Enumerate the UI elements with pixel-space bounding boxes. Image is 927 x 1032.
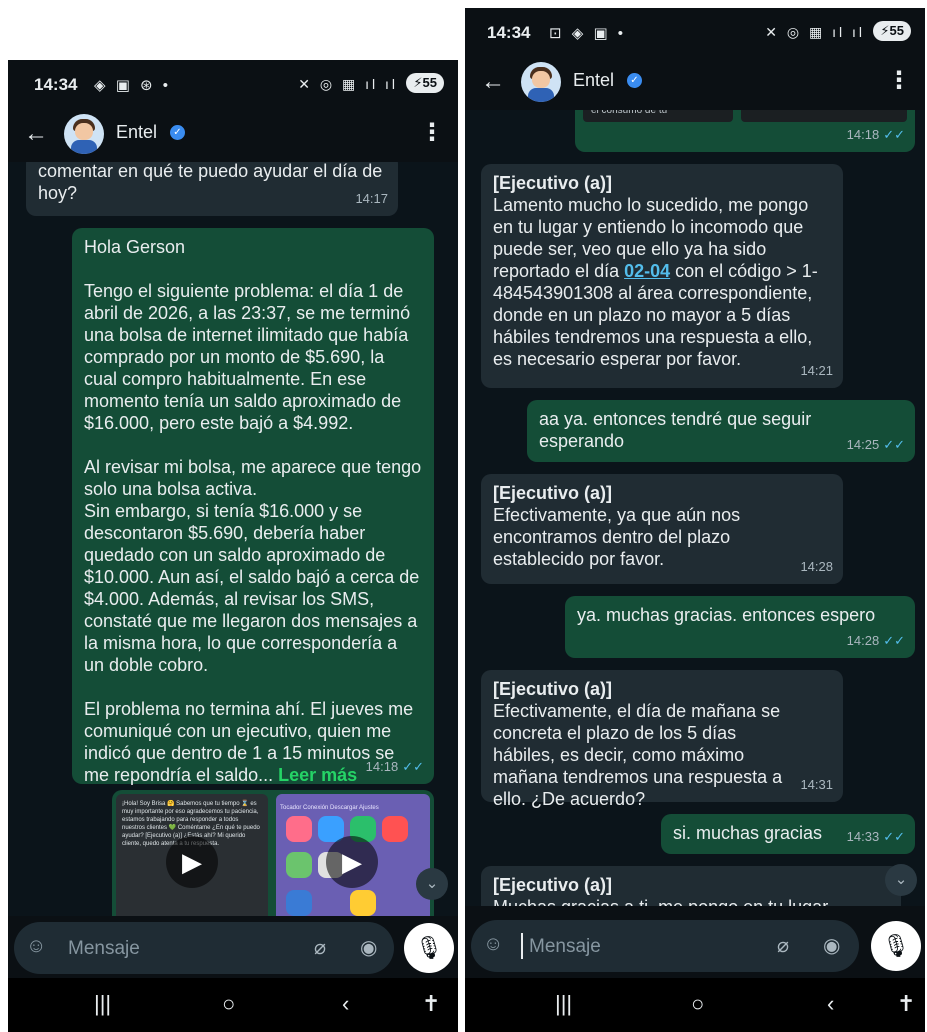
read-more-link[interactable]: Leer más (278, 765, 357, 785)
text-cursor (521, 933, 523, 959)
message-sender: [Ejecutivo (a)] (493, 173, 613, 193)
message-sender: [Ejecutivo (a)] (493, 679, 613, 699)
media-thumbnail[interactable]: ¡Hola! Soy Brisa 🤗 Sabemos que tu tiempo… (116, 794, 268, 916)
message-input-container[interactable]: ☺ ⌀ ◉ (14, 922, 394, 974)
message-outgoing[interactable]: aa ya. entonces tendré que seguir espera… (527, 400, 915, 462)
chat-area[interactable]: comentar en qué te puedo ayudar el día d… (8, 162, 458, 916)
camera-icon[interactable]: ◉ (360, 935, 377, 960)
message-incoming[interactable]: comentar en qué te puedo ayudar el día d… (26, 162, 398, 216)
avatar[interactable] (521, 62, 561, 102)
message-time: 14:21 (800, 363, 833, 378)
signal-icons: ✕ ◎ ▦ ıl ıl (298, 76, 398, 92)
message-time: 14:25 (846, 437, 880, 452)
emoji-icon[interactable]: ☺ (26, 935, 46, 958)
message-text: Lamento mucho lo sucedido, me pongo en t… (493, 195, 818, 369)
attach-icon[interactable]: ⌀ (314, 935, 326, 960)
chat-header: ← Entel ✓ ⋮ (8, 110, 458, 162)
chat-area[interactable]: el consumo de tu 14:18 ✓✓ [Ejecutivo (a)]… (465, 110, 925, 906)
contact-name[interactable]: Entel (573, 70, 614, 91)
message-input[interactable] (527, 932, 731, 962)
message-text: Hola Gerson Tengo el siguiente problema:… (84, 237, 422, 785)
message-text: Efectivamente, ya que aún nos encontramo… (493, 505, 746, 569)
message-outgoing[interactable]: si. muchas gracias 14:33 ✓✓ (661, 814, 915, 854)
back-icon[interactable]: ‹ (827, 991, 834, 1017)
date-link[interactable]: 02-04 (624, 261, 670, 281)
read-receipt-icon: ✓✓ (402, 759, 424, 774)
play-icon[interactable]: ▶ (326, 836, 378, 888)
message-text: aa ya. entonces tendré que seguir espera… (539, 409, 817, 451)
message-text: Muchas gracias a ti, me pongo en tu luga… (493, 896, 889, 906)
back-arrow-icon[interactable]: ← (24, 120, 48, 148)
read-receipt-icon: ✓✓ (883, 437, 905, 452)
message-input[interactable] (66, 934, 270, 964)
emoji-icon[interactable]: ☺ (483, 933, 503, 956)
message-text: ya. muchas gracias. entonces espero (577, 605, 876, 625)
system-nav-bar: ||| ○ ‹ ✝ (465, 978, 925, 1032)
message-time: 14:28 (800, 559, 833, 574)
left-phone-screen: 14:34 ◈ ▣ ⊛ • ✕ ◎ ▦ ıl ıl ⚡55 ← Entel ✓ … (8, 60, 458, 1032)
notification-icons: ◈ ▣ ⊛ • (94, 77, 172, 94)
media-thumbnail[interactable]: Tocador Conexión Descargar Ajustes ▶ (276, 794, 430, 916)
message-time: 14:18 (365, 759, 399, 774)
message-sender: [Ejecutivo (a)] (493, 483, 613, 503)
message-text: Efectivamente, el día de mañana se concr… (493, 701, 788, 809)
recents-icon[interactable]: ||| (94, 991, 111, 1017)
chat-header: ← Entel ✓ ⋮ (465, 58, 925, 110)
message-time: 14:18 (846, 127, 880, 142)
message-time: 14:31 (800, 777, 833, 792)
mic-icon[interactable]: 🎙 (404, 923, 454, 973)
message-sender: [Ejecutivo (a)] (493, 875, 613, 895)
message-incoming[interactable]: [Ejecutivo (a)] Efectivamente, el día de… (481, 670, 843, 809)
message-text: comentar en qué te puedo ayudar el día d… (38, 162, 388, 203)
scroll-down-icon[interactable]: ⌄ (416, 868, 448, 900)
accessibility-icon[interactable]: ✝ (897, 991, 915, 1017)
more-options-icon[interactable]: ⋮ (887, 66, 911, 95)
message-outgoing[interactable]: ya. muchas gracias. entonces espero 14:2… (565, 596, 915, 658)
input-bar: ☺ ⌀ ◉ 🎙 (465, 914, 925, 978)
media-message[interactable]: el consumo de tu 14:18 ✓✓ (575, 110, 915, 152)
scroll-down-icon[interactable]: ⌄ (885, 864, 917, 896)
status-time: 14:34 (34, 75, 78, 94)
verified-badge-icon: ✓ (170, 125, 185, 140)
notification-icons: ⊡ ◈ ▣ • (549, 25, 627, 42)
home-icon[interactable]: ○ (691, 991, 704, 1017)
signal-icons: ✕ ◎ ▦ ıl ıl (765, 24, 865, 40)
read-receipt-icon: ✓✓ (883, 633, 905, 648)
status-bar: 14:34 ⊡ ◈ ▣ • ✕ ◎ ▦ ıl ıl ⚡55 (465, 8, 925, 58)
more-options-icon[interactable]: ⋮ (420, 118, 444, 147)
status-time: 14:34 (487, 23, 531, 42)
message-time: 14:33 (846, 829, 880, 844)
message-incoming[interactable]: [Ejecutivo (a)] Efectivamente, ya que aú… (481, 474, 843, 584)
camera-icon[interactable]: ◉ (823, 933, 840, 958)
play-icon[interactable]: ▶ (166, 836, 218, 888)
contact-name[interactable]: Entel (116, 122, 157, 143)
back-arrow-icon[interactable]: ← (481, 68, 505, 96)
system-nav-bar: ||| ○ ‹ ✝ (8, 978, 458, 1032)
mic-icon[interactable]: 🎙 (871, 921, 921, 971)
home-icon[interactable]: ○ (222, 991, 235, 1017)
avatar[interactable] (64, 114, 104, 154)
attach-icon[interactable]: ⌀ (777, 933, 789, 958)
recents-icon[interactable]: ||| (555, 991, 572, 1017)
message-time: 14:28 (846, 633, 880, 648)
battery-icon: ⚡55 (873, 21, 911, 41)
back-icon[interactable]: ‹ (342, 991, 349, 1017)
message-input-container[interactable]: ☺ ⌀ ◉ (471, 920, 859, 972)
message-time: 14:17 (355, 191, 388, 206)
media-message[interactable]: ¡Hola! Soy Brisa 🤗 Sabemos que tu tiempo… (112, 790, 434, 916)
read-receipt-icon: ✓✓ (883, 127, 905, 142)
battery-icon: ⚡55 (406, 73, 444, 93)
accessibility-icon[interactable]: ✝ (422, 991, 440, 1017)
right-phone-screen: 14:34 ⊡ ◈ ▣ • ✕ ◎ ▦ ıl ıl ⚡55 ← Entel ✓ … (465, 8, 925, 1032)
message-incoming[interactable]: [Ejecutivo (a)] Lamento mucho lo sucedid… (481, 164, 843, 388)
thumbnail-text: el consumo de tu (583, 110, 733, 122)
message-incoming[interactable]: [Ejecutivo (a)] Muchas gracias a ti, me … (481, 866, 901, 906)
message-outgoing[interactable]: Hola Gerson Tengo el siguiente problema:… (72, 228, 434, 785)
verified-badge-icon: ✓ (627, 73, 642, 88)
status-bar: 14:34 ◈ ▣ ⊛ • ✕ ◎ ▦ ıl ıl ⚡55 (8, 60, 458, 110)
input-bar: ☺ ⌀ ◉ 🎙 (8, 916, 458, 980)
read-receipt-icon: ✓✓ (883, 829, 905, 844)
